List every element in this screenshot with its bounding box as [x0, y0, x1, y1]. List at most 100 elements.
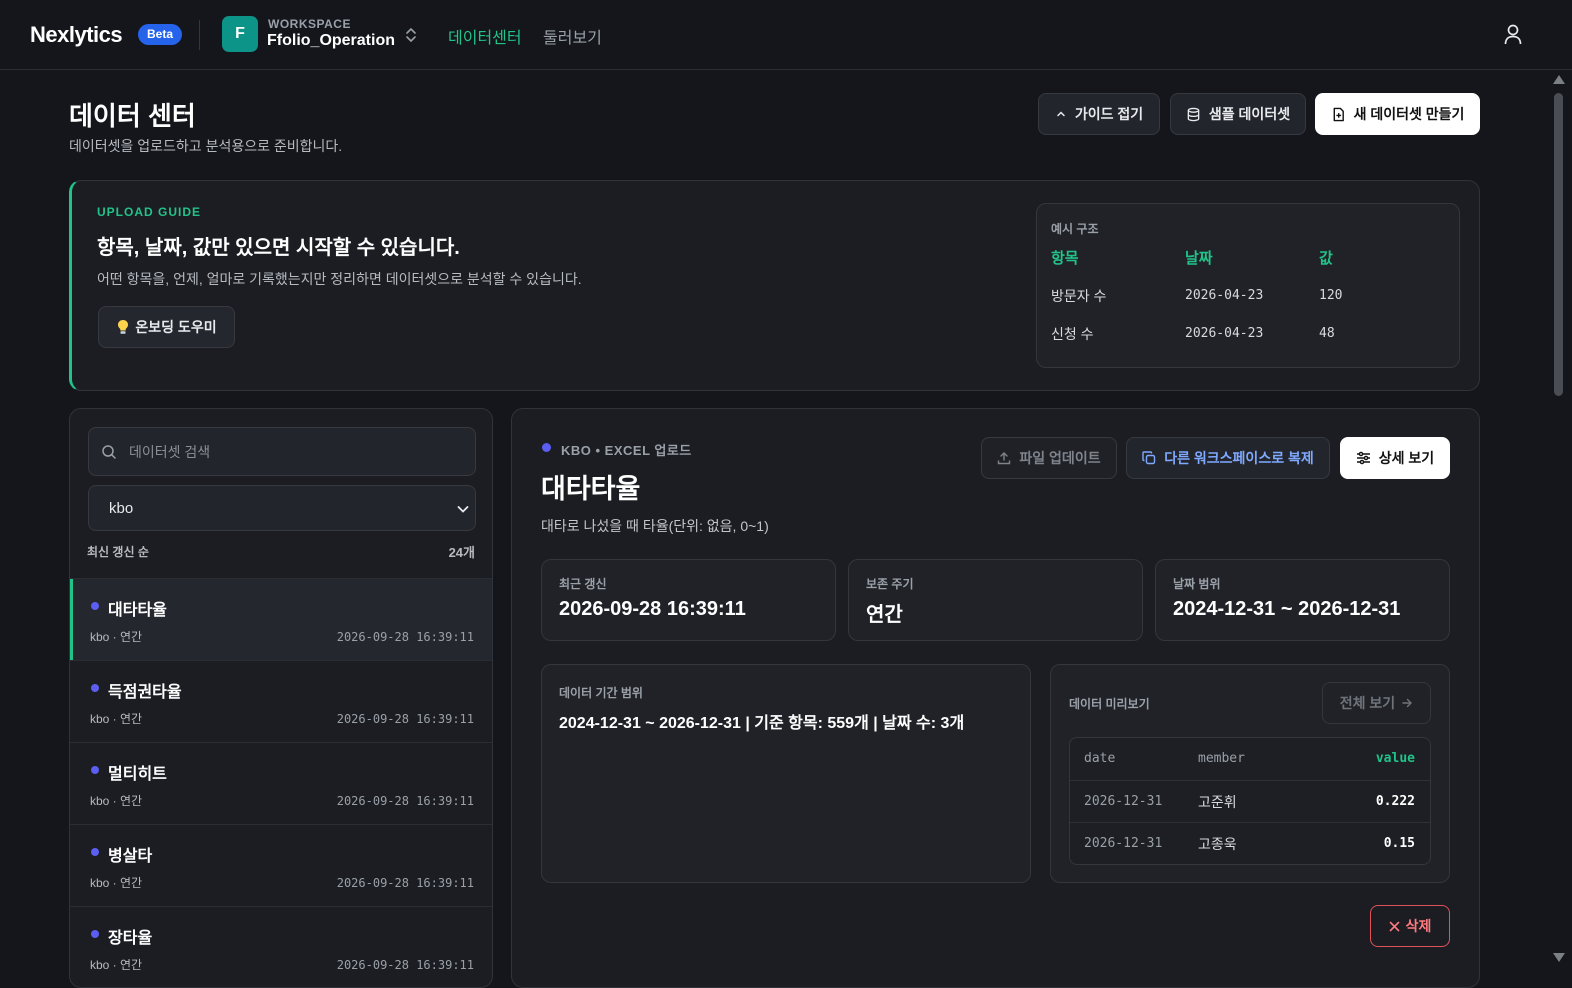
delete-label: 삭제 — [1405, 918, 1432, 934]
example-cell: 2026-04-23 — [1185, 288, 1264, 303]
file-plus-icon — [1333, 107, 1344, 121]
view-all-label: 전체 보기 — [1339, 695, 1396, 711]
category-select[interactable]: kbo — [88, 485, 476, 531]
dataset-list-item[interactable]: 멀티히트 kbo · 연간 2026-09-28 16:39:11 — [70, 742, 492, 824]
new-dataset-button[interactable]: 새 데이터셋 만들기 — [1315, 93, 1480, 135]
table-cell: 0.15 — [1383, 836, 1415, 851]
guide-title: 항목, 날짜, 값만 있으면 시작할 수 있습니다. — [97, 237, 460, 259]
database-icon — [1187, 107, 1200, 121]
guide-tag: UPLOAD GUIDE — [97, 205, 202, 219]
dataset-count: 24개 — [448, 545, 475, 560]
nav-data-center[interactable]: 데이터센터 — [448, 24, 522, 48]
sort-label: 최신 갱신 순 — [87, 545, 149, 559]
upload-icon — [998, 452, 1011, 465]
dataset-name: 득점권타율 — [108, 684, 182, 701]
duplicate-label: 다른 워크스페이스로 복제 — [1164, 450, 1314, 466]
workspace-label: WORKSPACE — [268, 17, 351, 31]
dataset-list-item[interactable]: 득점권타율 kbo · 연간 2026-09-28 16:39:11 — [70, 660, 492, 742]
data-range-card: 데이터 기간 범위 2024-12-31 ~ 2026-12-31 | 기준 항… — [541, 664, 1031, 883]
table-cell: 2026-12-31 — [1084, 836, 1163, 851]
onboarding-button[interactable]: 온보딩 도우미 — [98, 306, 235, 348]
dataset-meta: kbo · 연간 — [90, 630, 143, 644]
search-input[interactable] — [127, 428, 467, 475]
duplicate-to-workspace-button[interactable]: 다른 워크스페이스로 복제 — [1126, 437, 1330, 479]
sample-dataset-label: 샘플 데이터셋 — [1208, 106, 1291, 122]
scrollbar-thumb[interactable] — [1554, 93, 1563, 396]
dataset-meta: kbo · 연간 — [90, 712, 143, 726]
dataset-updated-time: 2026-09-28 16:39:11 — [336, 958, 474, 972]
dataset-list-item[interactable]: 대타타율 kbo · 연간 2026-09-28 16:39:11 — [70, 578, 492, 660]
status-dot — [91, 766, 99, 774]
dataset-description: 대타로 나섰을 때 타율(단위: 없음, 0~1) — [541, 518, 769, 534]
arrow-right-icon — [1402, 698, 1413, 708]
search-icon — [102, 445, 116, 459]
nav-explore[interactable]: 둘러보기 — [543, 24, 602, 48]
view-detail-label: 상세 보기 — [1378, 450, 1435, 466]
guide-description: 어떤 항목을, 언제, 얼마로 기록했는지만 정리하면 데이터셋으로 분석할 수… — [97, 271, 582, 287]
dataset-name: 병살타 — [108, 848, 153, 865]
app-logo[interactable]: Nexlytics — [30, 22, 123, 48]
example-header-date: 날짜 — [1185, 250, 1213, 267]
data-range-value: 2024-12-31 ~ 2026-12-31 | 기준 항목: 559개 | … — [559, 715, 965, 732]
example-cell: 신청 수 — [1051, 326, 1094, 342]
table-row: 2026-12-31 고준휘 0.222 — [1070, 780, 1430, 822]
column-header: member — [1198, 751, 1245, 766]
stat-card-retention: 보존 주기 연간 — [848, 559, 1143, 641]
stat-card-last-updated: 최근 갱신 2026-09-28 16:39:11 — [541, 559, 836, 641]
lightbulb-icon — [118, 320, 129, 334]
workspace-avatar[interactable]: F — [222, 16, 258, 52]
workspace-name[interactable]: Ffolio_Operation — [267, 32, 395, 50]
page-title: 데이터 센터 — [69, 101, 196, 131]
dataset-title: 대타타율 — [541, 474, 641, 504]
status-dot — [91, 930, 99, 938]
divider — [199, 20, 200, 50]
status-dot — [91, 602, 99, 610]
example-header-item: 항목 — [1051, 250, 1079, 267]
scroll-down-arrow[interactable] — [1553, 953, 1565, 962]
stat-value: 연간 — [866, 604, 903, 626]
data-range-label: 데이터 기간 범위 — [559, 686, 643, 700]
dataset-list-item[interactable]: 병살타 kbo · 연간 2026-09-28 16:39:11 — [70, 824, 492, 906]
delete-button[interactable]: 삭제 — [1370, 905, 1450, 947]
scroll-up-arrow[interactable] — [1553, 75, 1565, 84]
chevron-up-icon — [1057, 111, 1065, 117]
stat-value: 2024-12-31 ~ 2026-12-31 — [1173, 598, 1401, 620]
stat-card-date-range: 날짜 범위 2024-12-31 ~ 2026-12-31 — [1155, 559, 1450, 641]
stat-label: 날짜 범위 — [1173, 577, 1221, 591]
example-cell: 48 — [1319, 326, 1335, 341]
stat-label: 최근 갱신 — [559, 577, 607, 591]
dataset-source: KBO • EXCEL 업로드 — [561, 443, 692, 458]
view-detail-button[interactable]: 상세 보기 — [1340, 437, 1450, 479]
dataset-list: 대타타율 kbo · 연간 2026-09-28 16:39:11 득점권타율 … — [70, 578, 492, 987]
copy-icon — [1142, 451, 1156, 465]
new-dataset-label: 새 데이터셋 만들기 — [1353, 106, 1465, 122]
dataset-meta: kbo · 연간 — [90, 958, 143, 972]
dataset-name: 장타율 — [108, 930, 153, 947]
preview-table: date member value 2026-12-31 고준휘 0.222 2… — [1069, 737, 1431, 865]
chevron-up-down-icon[interactable] — [403, 26, 419, 44]
file-update-button[interactable]: 파일 업데이트 — [981, 437, 1117, 479]
dataset-updated-time: 2026-09-28 16:39:11 — [336, 630, 474, 644]
top-bar: Nexlytics Beta F WORKSPACE Ffolio_Operat… — [0, 0, 1572, 70]
table-header-row: date member value — [1070, 738, 1430, 780]
column-header: date — [1084, 751, 1116, 766]
search-box[interactable] — [88, 427, 476, 476]
table-cell: 2026-12-31 — [1084, 794, 1163, 809]
data-preview-label: 데이터 미리보기 — [1069, 697, 1150, 711]
sliders-icon — [1356, 451, 1370, 465]
dataset-name: 멀티히트 — [108, 766, 167, 783]
dataset-detail-panel: KBO • EXCEL 업로드 대타타율 대타로 나섰을 때 타율(단위: 없음… — [511, 408, 1480, 988]
table-cell: 0.222 — [1375, 794, 1415, 809]
collapse-guide-button[interactable]: 가이드 접기 — [1038, 93, 1160, 135]
close-icon — [1389, 921, 1399, 931]
dataset-updated-time: 2026-09-28 16:39:11 — [336, 712, 474, 726]
example-cell: 2026-04-23 — [1185, 326, 1264, 341]
dataset-list-item[interactable]: 장타율 kbo · 연간 2026-09-28 16:39:11 — [70, 906, 492, 987]
sample-dataset-button[interactable]: 샘플 데이터셋 — [1170, 93, 1306, 135]
dataset-meta: kbo · 연간 — [90, 794, 143, 808]
user-icon[interactable] — [1502, 23, 1524, 45]
dataset-updated-time: 2026-09-28 16:39:11 — [336, 876, 474, 890]
dataset-list-panel: kbo 최신 갱신 순 24개 대타타율 kbo · 연간 2026-09-28… — [69, 408, 493, 988]
status-dot — [91, 684, 99, 692]
view-all-button[interactable]: 전체 보기 — [1322, 682, 1431, 724]
